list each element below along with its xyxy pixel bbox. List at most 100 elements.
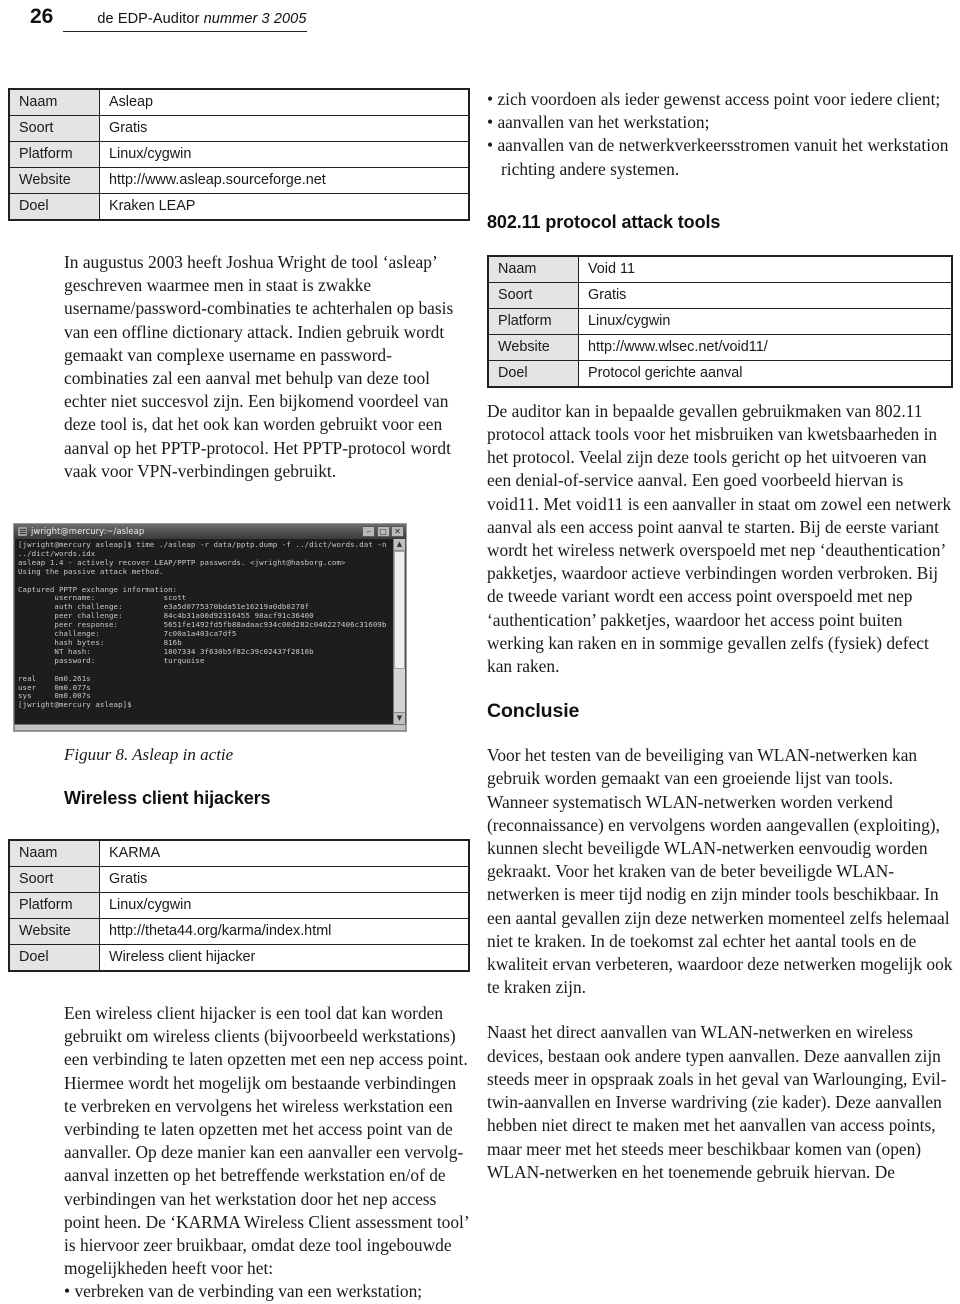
list-item: aanvallen van het werkstation; <box>487 111 953 134</box>
publication-title: de EDP-Auditor nummer 3 2005 <box>97 11 306 27</box>
running-head-rule: de EDP-Auditor nummer 3 2005 <box>63 10 307 32</box>
terminal-title: jwright@mercury:~/asleap <box>31 526 145 537</box>
table-row: Naam KARMA <box>8 839 470 868</box>
spec-value: Void 11 <box>578 255 953 283</box>
spec-value: Linux/cygwin <box>99 141 470 168</box>
publication-name: de EDP-Auditor <box>97 11 204 27</box>
page-number: 26 <box>30 5 54 28</box>
table-row: Platform Linux/cygwin <box>8 141 470 168</box>
spec-key: Platform <box>487 307 579 335</box>
spec-value: Asleap <box>99 88 470 116</box>
table-row: Platform Linux/cygwin <box>8 892 470 920</box>
spec-value: Gratis <box>99 115 470 142</box>
asleap-terminal-figure: jwright@mercury:~/asleap – □ ✕ [jwright@… <box>13 523 407 733</box>
spec-value: Linux/cygwin <box>578 307 953 335</box>
terminal-output-area[interactable]: [jwright@mercury asleap]$ time ./asleap … <box>15 539 393 725</box>
table-row: Doel Wireless client hijacker <box>8 944 470 972</box>
terminal-statusbar <box>14 724 406 732</box>
terminal-icon <box>18 527 27 537</box>
scroll-up-icon[interactable]: ▲ <box>394 539 405 552</box>
table-row: Soort Gratis <box>8 115 470 142</box>
scrollbar-thumb[interactable] <box>394 551 405 670</box>
spec-key: Platform <box>8 141 100 168</box>
table-row: Soort Gratis <box>8 866 470 894</box>
spec-value: KARMA <box>99 839 470 868</box>
list-item: verbreken van de verbinding van een werk… <box>64 1280 470 1303</box>
spec-key: Website <box>487 333 579 361</box>
spec-key: Soort <box>487 281 579 309</box>
spec-value: Kraken LEAP <box>99 193 470 221</box>
table-row: Doel Protocol gerichte aanval <box>487 359 953 388</box>
asleap-spec-table: Naam Asleap Soort Gratis Platform Linux/… <box>8 88 470 221</box>
minimize-icon[interactable]: – <box>362 526 375 538</box>
spec-key: Doel <box>8 944 100 972</box>
spec-value-website[interactable]: http://theta44.org/karma/index.html <box>99 918 470 946</box>
karma-paragraph: Een wireless client hijacker is een tool… <box>64 1003 469 1279</box>
spec-value: Gratis <box>99 866 470 894</box>
close-icon[interactable]: ✕ <box>391 526 404 538</box>
conclusie-heading: Conclusie <box>487 700 580 723</box>
void11-paragraph: De auditor kan in bepaalde gevallen gebr… <box>487 400 952 677</box>
table-row: Website http://www.wlsec.net/void11/ <box>487 333 953 361</box>
table-row: Website http://www.asleap.sourceforge.ne… <box>8 167 470 194</box>
spec-value-website[interactable]: http://www.wlsec.net/void11/ <box>578 333 953 361</box>
hijacker-capabilities-list: zich voordoen als ieder gewenst access p… <box>487 88 953 181</box>
list-item: aanvallen van de netwerkverkeersstromen … <box>487 134 953 180</box>
conclusie-paragraph-2: Naast het direct aanvallen van WLAN-netw… <box>487 1022 947 1182</box>
right-column: zich voordoen als ieder gewenst access p… <box>487 88 953 1184</box>
table-row: Naam Asleap <box>8 88 470 116</box>
spec-value-website[interactable]: http://www.asleap.sourceforge.net <box>99 167 470 194</box>
spec-key: Naam <box>487 255 579 283</box>
table-row: Platform Linux/cygwin <box>487 307 953 335</box>
table-row: Soort Gratis <box>487 281 953 309</box>
asleap-paragraph: In augustus 2003 heeft Joshua Wright de … <box>64 252 454 481</box>
spec-value: Wireless client hijacker <box>99 944 470 972</box>
spec-key: Naam <box>8 839 100 868</box>
table-row: Doel Kraken LEAP <box>8 193 470 221</box>
spec-key: Soort <box>8 866 100 894</box>
running-head: 26 de EDP-Auditor nummer 3 2005 <box>30 4 450 34</box>
window-controls: – □ ✕ <box>362 526 404 538</box>
terminal-scrollbar[interactable]: ▲ ▼ <box>393 539 405 725</box>
spec-key: Website <box>8 167 100 194</box>
spec-value: Gratis <box>578 281 953 309</box>
scroll-down-icon[interactable]: ▼ <box>394 712 405 725</box>
spec-key: Doel <box>8 193 100 221</box>
publication-issue: nummer 3 2005 <box>203 11 307 27</box>
terminal-body-wrap: [jwright@mercury asleap]$ time ./asleap … <box>14 539 406 725</box>
terminal-titlebar[interactable]: jwright@mercury:~/asleap – □ ✕ <box>14 524 406 540</box>
terminal-window: jwright@mercury:~/asleap – □ ✕ [jwright@… <box>13 523 407 733</box>
spec-value: Protocol gerichte aanval <box>578 359 953 388</box>
list-item: zich voordoen als ieder gewenst access p… <box>487 88 953 111</box>
spec-key: Platform <box>8 892 100 920</box>
spec-key: Soort <box>8 115 100 142</box>
figure-caption: Figuur 8. Asleap in actie <box>64 745 234 765</box>
wireless-client-hijackers-heading: Wireless client hijackers <box>64 788 271 809</box>
maximize-icon[interactable]: □ <box>376 526 390 538</box>
spec-key: Naam <box>8 88 100 116</box>
terminal-output: [jwright@mercury asleap]$ time ./asleap … <box>18 540 387 710</box>
spec-key: Website <box>8 918 100 946</box>
karma-spec-table: Naam KARMA Soort Gratis Platform Linux/c… <box>8 839 470 973</box>
conclusie-paragraph-1: Voor het testen van de beveiliging van W… <box>487 745 953 998</box>
karma-bullet-list: verbreken van de verbinding van een werk… <box>8 1280 470 1303</box>
spec-key: Doel <box>487 359 579 388</box>
table-row: Naam Void 11 <box>487 255 953 283</box>
left-column: Naam Asleap Soort Gratis Platform Linux/… <box>8 88 470 1304</box>
protocol-attack-tools-heading: 802.11 protocol attack tools <box>487 211 721 232</box>
void11-spec-table: Naam Void 11 Soort Gratis Platform Linux… <box>487 254 953 388</box>
spec-value: Linux/cygwin <box>99 892 470 920</box>
table-row: Website http://theta44.org/karma/index.h… <box>8 918 470 946</box>
